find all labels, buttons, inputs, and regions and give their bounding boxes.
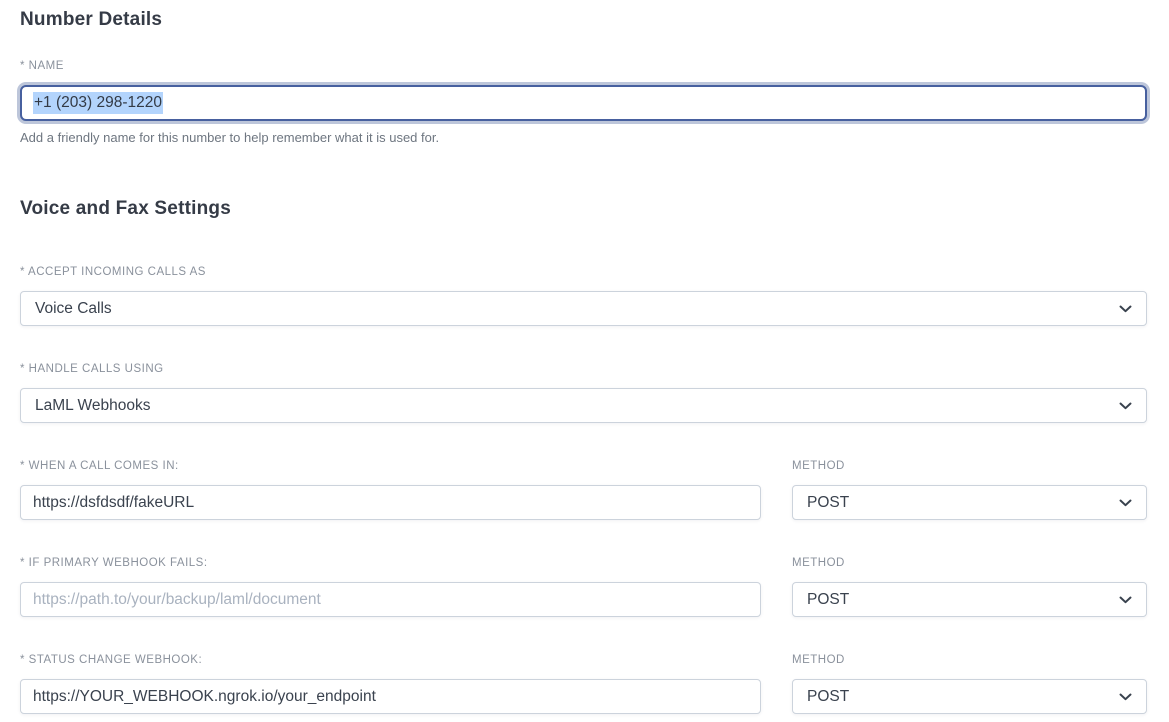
when-call-comes-in-label: * WHEN A CALL COMES IN: <box>20 460 761 473</box>
accept-incoming-calls-field-group: * ACCEPT INCOMING CALLS AS Voice Calls <box>20 266 1147 326</box>
status-change-webhook-method-select[interactable]: POST <box>792 679 1147 714</box>
when-call-comes-in-input[interactable] <box>20 485 761 520</box>
accept-incoming-calls-select-wrap: Voice Calls <box>20 291 1147 326</box>
accept-incoming-calls-select[interactable]: Voice Calls <box>20 291 1147 326</box>
name-field-group: * NAME +1 (203) 298-1220 Add a friendly … <box>20 60 1147 145</box>
status-change-webhook-method-select-wrap: POST <box>792 679 1147 714</box>
primary-webhook-fails-input[interactable] <box>20 582 761 617</box>
name-input-selected-text: +1 (203) 298-1220 <box>33 92 163 114</box>
name-label: * NAME <box>20 60 1147 73</box>
handle-calls-select[interactable]: LaML Webhooks <box>20 388 1147 423</box>
primary-webhook-fails-row: * IF PRIMARY WEBHOOK FAILS: METHOD POST <box>20 557 1147 617</box>
handle-calls-label: * HANDLE CALLS USING <box>20 363 1147 376</box>
method-label: METHOD <box>792 654 1147 667</box>
primary-webhook-fails-label: * IF PRIMARY WEBHOOK FAILS: <box>20 557 761 570</box>
status-change-webhook-row: * STATUS CHANGE WEBHOOK: METHOD POST <box>20 654 1147 714</box>
when-call-comes-in-method-select-wrap: POST <box>792 485 1147 520</box>
status-change-webhook-input[interactable] <box>20 679 761 714</box>
method-label: METHOD <box>792 460 1147 473</box>
handle-calls-field-group: * HANDLE CALLS USING LaML Webhooks <box>20 363 1147 423</box>
status-change-webhook-label: * STATUS CHANGE WEBHOOK: <box>20 654 761 667</box>
section-title-voice-fax-settings: Voice and Fax Settings <box>20 198 1147 220</box>
accept-incoming-calls-label: * ACCEPT INCOMING CALLS AS <box>20 266 1147 279</box>
primary-webhook-fails-method-select-wrap: POST <box>792 582 1147 617</box>
method-label: METHOD <box>792 557 1147 570</box>
name-input[interactable]: +1 (203) 298-1220 <box>20 85 1147 121</box>
section-title-number-details: Number Details <box>20 9 1147 31</box>
when-call-comes-in-row: * WHEN A CALL COMES IN: METHOD POST <box>20 460 1147 520</box>
name-help-text: Add a friendly name for this number to h… <box>20 130 1147 145</box>
handle-calls-select-wrap: LaML Webhooks <box>20 388 1147 423</box>
when-call-comes-in-method-select[interactable]: POST <box>792 485 1147 520</box>
primary-webhook-fails-method-select[interactable]: POST <box>792 582 1147 617</box>
